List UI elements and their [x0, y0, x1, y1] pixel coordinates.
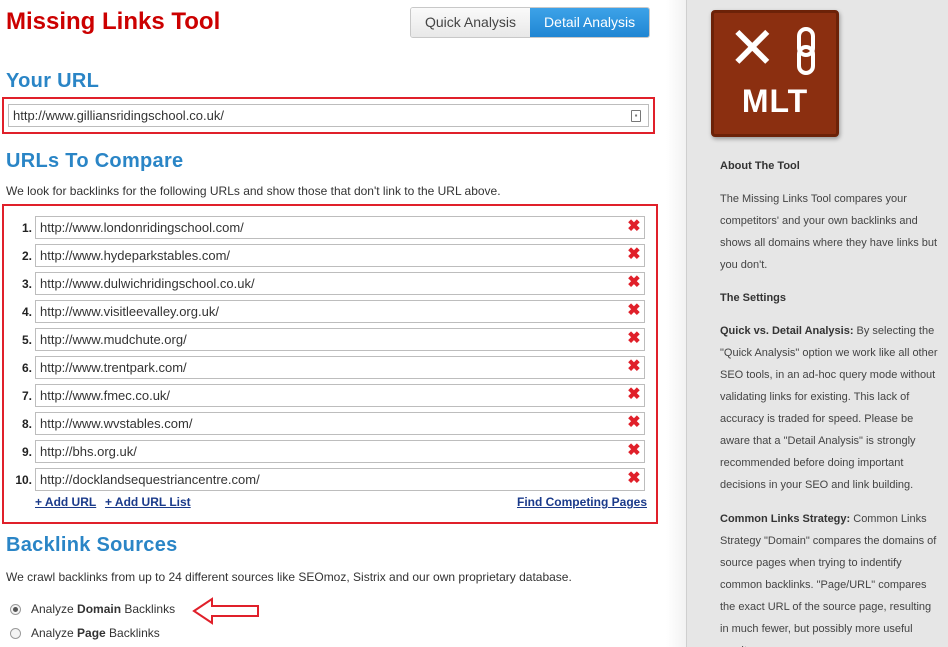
option-label: Analyze Page Backlinks: [31, 626, 160, 640]
your-url-heading: Your URL: [6, 70, 100, 92]
compare-url-input[interactable]: http://www.visitleevalley.org.uk/: [35, 300, 645, 323]
common-links-text: Common Links Strategy: Common Links Stra…: [720, 513, 937, 647]
compare-row: 9. http://bhs.org.uk/ ✖: [4, 440, 656, 464]
compare-url-input[interactable]: http://docklandsequestriancentre.com/: [35, 468, 645, 491]
compare-row: 7. http://www.fmec.co.uk/ ✖: [4, 384, 656, 408]
radio-button[interactable]: [10, 603, 21, 615]
about-text: The Missing Links Tool compares your com…: [720, 193, 938, 271]
your-url-input[interactable]: [8, 104, 649, 127]
detail-analysis-button[interactable]: Detail Analysis: [530, 8, 650, 37]
row-number: 1.: [21, 221, 32, 235]
row-number: 3.: [21, 277, 32, 291]
compare-row: 1. http://www.londonridingschool.com/ ✖: [4, 216, 656, 240]
page-title: Missing Links Tool: [6, 8, 221, 35]
urls-to-compare-description: We look for backlinks for the following …: [6, 184, 501, 198]
urls-to-compare-heading: URLs To Compare: [6, 150, 184, 172]
logo-text: MLT: [741, 83, 809, 119]
arrow-left-icon: [192, 597, 259, 625]
remove-url-icon[interactable]: ✖: [626, 358, 642, 376]
compare-url-input[interactable]: http://www.londonridingschool.com/: [35, 216, 645, 239]
row-number: 6.: [21, 361, 32, 375]
compare-url-input[interactable]: http://www.mudchute.org/: [35, 328, 645, 351]
row-number: 4.: [21, 305, 32, 319]
row-number: 7.: [21, 389, 32, 403]
row-number: 2.: [21, 249, 32, 263]
add-url-list-link[interactable]: + Add URL List: [105, 495, 191, 509]
your-url-highlight: ▪: [2, 97, 655, 134]
compare-url-input[interactable]: http://www.wvstables.com/: [35, 412, 645, 435]
mlt-logo: ✕ MLT: [711, 10, 839, 137]
compare-url-input[interactable]: http://bhs.org.uk/: [35, 440, 645, 463]
compare-url-input[interactable]: http://www.fmec.co.uk/: [35, 384, 645, 407]
compare-row: 4. http://www.visitleevalley.org.uk/ ✖: [4, 300, 656, 324]
remove-url-icon[interactable]: ✖: [626, 386, 642, 404]
remove-url-icon[interactable]: ✖: [626, 470, 642, 488]
compare-row: 5. http://www.mudchute.org/ ✖: [4, 328, 656, 352]
backlink-sources-heading: Backlink Sources: [6, 534, 178, 556]
remove-url-icon[interactable]: ✖: [626, 414, 642, 432]
remove-url-icon[interactable]: ✖: [626, 330, 642, 348]
remove-url-icon[interactable]: ✖: [626, 218, 642, 236]
row-number: 5.: [21, 333, 32, 347]
option-label: Analyze Domain Backlinks: [31, 602, 176, 616]
compare-row: 10. http://docklandsequestriancentre.com…: [4, 468, 656, 492]
analyze-page-backlinks-option[interactable]: Analyze Page Backlinks: [10, 626, 160, 640]
find-competing-pages-link[interactable]: Find Competing Pages: [517, 495, 647, 509]
close-x-icon: ✕: [728, 14, 777, 82]
compare-row: 6. http://www.trentpark.com/ ✖: [4, 356, 656, 380]
radio-button[interactable]: [10, 627, 21, 639]
compare-row: 2. http://www.hydeparkstables.com/ ✖: [4, 244, 656, 268]
remove-url-icon[interactable]: ✖: [626, 246, 642, 264]
compare-urls-highlight: 1. http://www.londonridingschool.com/ ✖ …: [2, 204, 658, 524]
compare-url-input[interactable]: http://www.dulwichridingschool.co.uk/: [35, 272, 645, 295]
compare-url-input[interactable]: http://www.trentpark.com/: [35, 356, 645, 379]
analyze-domain-backlinks-option[interactable]: Analyze Domain Backlinks: [10, 602, 175, 616]
row-number: 9.: [21, 445, 32, 459]
row-number: 10.: [15, 473, 32, 487]
chain-link-icon: [797, 27, 815, 75]
remove-url-icon[interactable]: ✖: [626, 302, 642, 320]
settings-heading: The Settings: [720, 292, 787, 304]
analysis-mode-toggle: Quick Analysis Detail Analysis: [410, 7, 651, 38]
row-number: 8.: [21, 417, 32, 431]
compare-row: 3. http://www.dulwichridingschool.co.uk/…: [4, 272, 656, 296]
remove-url-icon[interactable]: ✖: [626, 442, 642, 460]
contact-card-icon[interactable]: ▪: [631, 110, 641, 122]
quick-vs-detail-text: Quick vs. Detail Analysis: By selecting …: [720, 325, 938, 491]
remove-url-icon[interactable]: ✖: [626, 274, 642, 292]
compare-actions: + Add URL + Add URL List Find Competing …: [35, 495, 647, 511]
compare-url-input[interactable]: http://www.hydeparkstables.com/: [35, 244, 645, 267]
add-url-link[interactable]: + Add URL: [35, 495, 96, 509]
quick-analysis-button[interactable]: Quick Analysis: [411, 8, 531, 37]
main-panel: Missing Links Tool Quick Analysis Detail…: [0, 0, 665, 647]
compare-row: 8. http://www.wvstables.com/ ✖: [4, 412, 656, 436]
sidebar-shadow: [666, 0, 686, 647]
about-heading: About The Tool: [720, 160, 800, 172]
backlink-sources-description: We crawl backlinks from up to 24 differe…: [6, 570, 572, 584]
